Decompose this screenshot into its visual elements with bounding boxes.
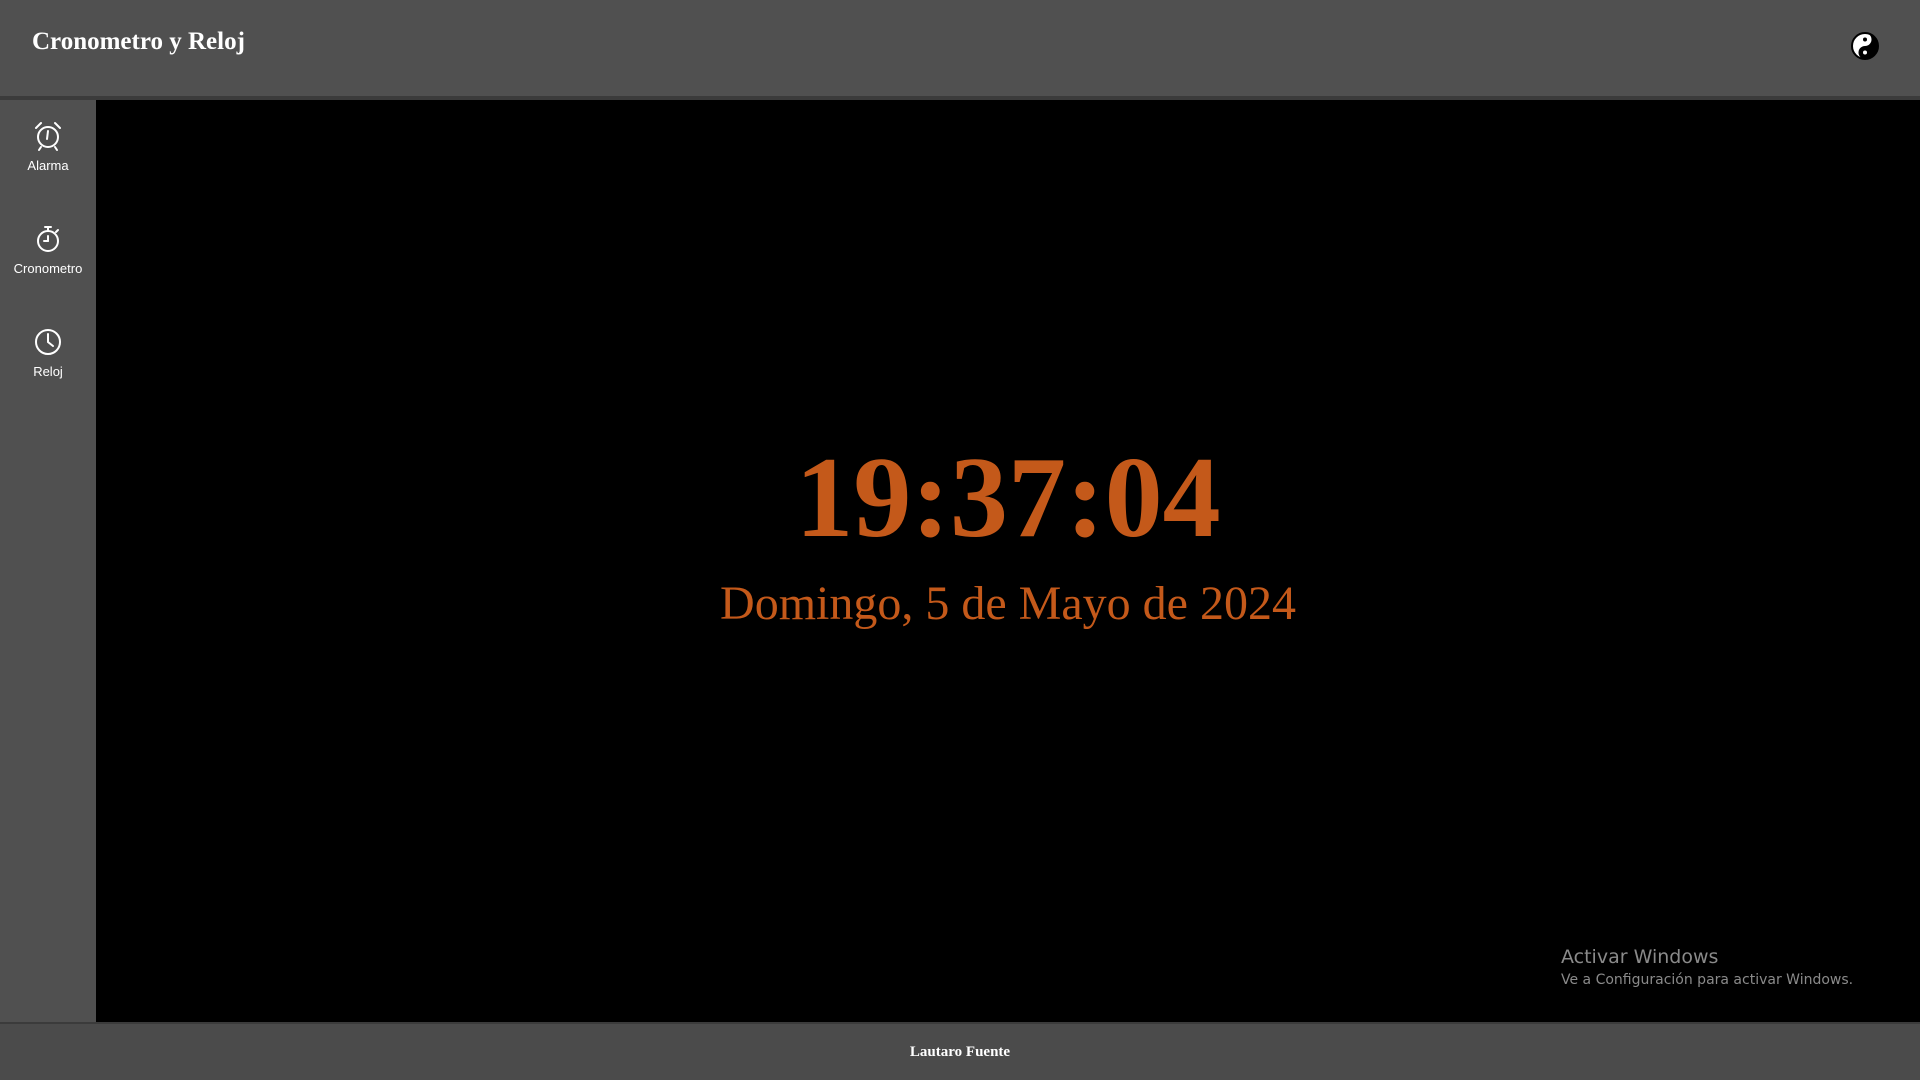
sidebar-item-label: Reloj: [33, 364, 63, 379]
app-window: Cronometro y Reloj Alarma Cronometro Rel…: [0, 0, 1920, 1080]
current-time: 19:37:04: [795, 434, 1221, 562]
header-bar: Cronometro y Reloj: [0, 0, 1920, 98]
footer-author: Lautaro Fuente: [909, 1043, 1011, 1060]
sidebar-item-cronometro[interactable]: Cronometro: [0, 213, 96, 293]
yin-yang-icon: [1851, 32, 1879, 60]
clock-icon: [35, 329, 61, 355]
watermark-title: Activar Windows: [1561, 946, 1719, 968]
sidebar-item-reloj[interactable]: Reloj: [0, 316, 96, 396]
alarm-clock-icon: [35, 122, 61, 151]
app-title: Cronometro y Reloj: [32, 28, 245, 55]
sidebar: Alarma Cronometro Reloj: [0, 100, 96, 1024]
sidebar-item-label: Cronometro: [13, 261, 83, 276]
sidebar-item-label: Alarma: [27, 158, 69, 173]
watermark-subtitle: Ve a Configuración para activar Windows.: [1561, 972, 1854, 988]
stopwatch-icon: [37, 226, 59, 252]
clock-display-area: 19:37:04 Domingo, 5 de Mayo de 2024 Acti…: [96, 100, 1920, 1024]
footer-bar: Lautaro Fuente: [0, 1024, 1920, 1080]
windows-activation-watermark: Activar Windows Ve a Configuración para …: [1561, 946, 1853, 988]
sidebar-item-alarma[interactable]: Alarma: [0, 110, 96, 190]
current-date: Domingo, 5 de Mayo de 2024: [720, 577, 1296, 630]
theme-toggle-button[interactable]: [1850, 31, 1880, 61]
